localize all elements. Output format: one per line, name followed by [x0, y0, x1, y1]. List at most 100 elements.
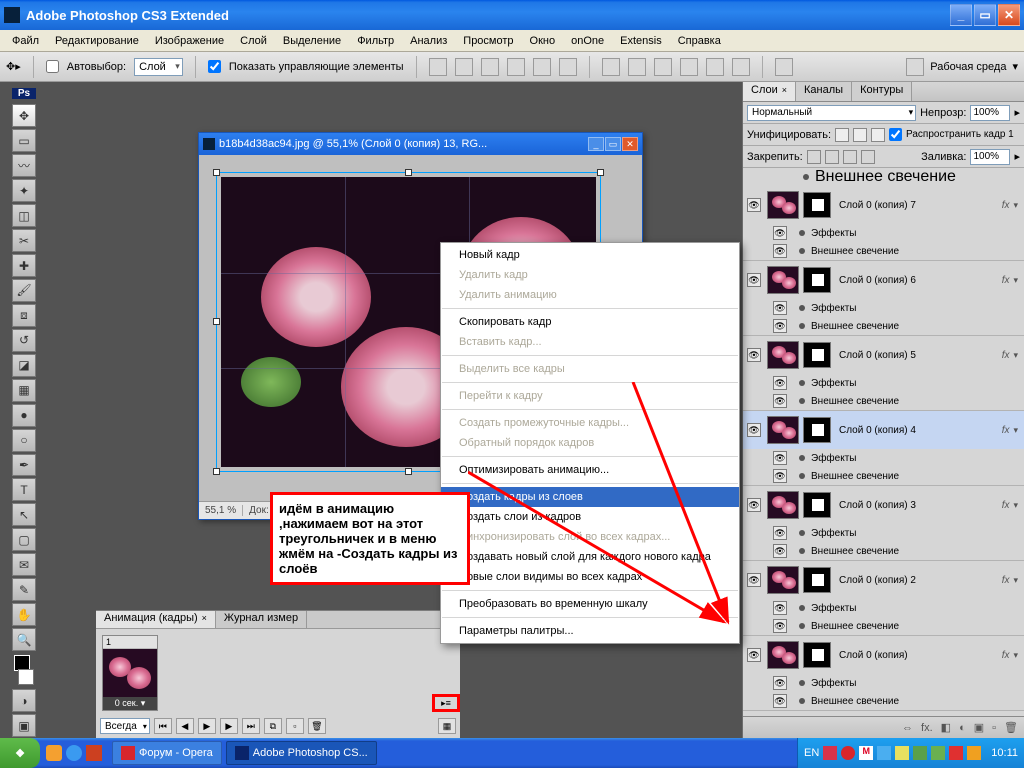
- tray-icon[interactable]: [913, 746, 927, 760]
- blur-tool[interactable]: ●: [12, 404, 36, 427]
- stamp-tool[interactable]: ⧈: [12, 304, 36, 327]
- layer-row[interactable]: 👁Слой 0 (копия) 7fx▾👁Эффекты👁Внешнее све…: [743, 186, 1024, 261]
- tab-paths[interactable]: Контуры: [852, 82, 912, 101]
- animation-flyout-menu[interactable]: Новый кадрУдалить кадрУдалить анимациюСк…: [440, 242, 740, 644]
- unify-style-icon[interactable]: [871, 128, 885, 142]
- blend-mode-combo[interactable]: Нормальный: [747, 105, 916, 121]
- adjustment-layer-icon[interactable]: ◐: [959, 722, 966, 734]
- visibility-toggle-icon[interactable]: 👁: [773, 526, 787, 540]
- chevron-down-icon[interactable]: ▾: [1013, 275, 1018, 286]
- opacity-input[interactable]: 100%: [970, 105, 1010, 121]
- link-layers-icon[interactable]: ⇔: [902, 722, 913, 734]
- system-tray[interactable]: EN M 10:11: [797, 738, 1024, 768]
- visibility-toggle-icon[interactable]: 👁: [773, 394, 787, 408]
- menu-analysis[interactable]: Анализ: [402, 33, 455, 49]
- visibility-toggle-icon[interactable]: 👁: [747, 198, 761, 212]
- distribute-icon[interactable]: [706, 58, 724, 76]
- layer-effect-row[interactable]: 👁Эффекты: [743, 599, 1024, 617]
- layer-name[interactable]: Слой 0 (копия) 6: [839, 275, 1002, 286]
- layer-effect-row[interactable]: 👁Эффекты: [743, 374, 1024, 392]
- new-layer-icon[interactable]: ▫: [992, 722, 996, 734]
- visibility-toggle-icon[interactable]: 👁: [773, 676, 787, 690]
- menu-item[interactable]: Преобразовать во временную шкалу: [441, 594, 739, 614]
- autoselect-target-combo[interactable]: Слой: [134, 58, 183, 76]
- gradient-tool[interactable]: ▦: [12, 379, 36, 402]
- notes-tool[interactable]: ✉: [12, 553, 36, 576]
- layer-mask-thumbnail[interactable]: [803, 417, 831, 443]
- fx-badge[interactable]: fx: [1002, 200, 1010, 211]
- layer-effect-row[interactable]: 👁Внешнее свечение: [743, 242, 1024, 260]
- tray-icon[interactable]: [877, 746, 891, 760]
- layer-row[interactable]: 👁Слой 0 (копия) 5fx▾👁Эффекты👁Внешнее све…: [743, 336, 1024, 411]
- chevron-down-icon[interactable]: ▾: [1013, 425, 1018, 436]
- visibility-toggle-icon[interactable]: 👁: [773, 451, 787, 465]
- menu-layer[interactable]: Слой: [232, 33, 275, 49]
- lasso-tool[interactable]: 〰: [12, 154, 36, 177]
- taskbar-clock[interactable]: 10:11: [991, 747, 1018, 759]
- lock-all-icon[interactable]: [861, 150, 875, 164]
- distribute-icon[interactable]: [732, 58, 750, 76]
- document-zoom[interactable]: 55,1 %: [199, 505, 243, 516]
- chevron-down-icon[interactable]: ▾: [1012, 60, 1018, 73]
- menu-item[interactable]: Параметры палитры...: [441, 621, 739, 641]
- color-swatches[interactable]: [12, 653, 36, 687]
- history-brush-tool[interactable]: ↺: [12, 329, 36, 352]
- layer-row[interactable]: 👁Слой 0 (копия) 6fx▾👁Эффекты👁Внешнее све…: [743, 261, 1024, 336]
- menubar[interactable]: Файл Редактирование Изображение Слой Выд…: [0, 30, 1024, 52]
- layer-effect-row[interactable]: Внешнее свечение: [743, 168, 1024, 186]
- layer-thumbnail[interactable]: [767, 641, 799, 669]
- tween-button[interactable]: ⧉: [264, 718, 282, 734]
- layer-effect-row[interactable]: 👁Внешнее свечение: [743, 467, 1024, 485]
- fx-badge[interactable]: fx: [1002, 425, 1010, 436]
- layer-effect-row[interactable]: 👁Эффекты: [743, 674, 1024, 692]
- layer-name[interactable]: Слой 0 (копия) 3: [839, 500, 1002, 511]
- distribute-icon[interactable]: [680, 58, 698, 76]
- menu-image[interactable]: Изображение: [147, 33, 232, 49]
- menu-file[interactable]: Файл: [4, 33, 47, 49]
- menu-item[interactable]: Новый кадр: [441, 245, 739, 265]
- quicklaunch-ie-icon[interactable]: [66, 745, 82, 761]
- doc-close-button[interactable]: ✕: [622, 137, 638, 151]
- document-titlebar[interactable]: b18b4d38ac94.jpg @ 55,1% (Слой 0 (копия)…: [199, 133, 642, 155]
- layer-effect-row[interactable]: 👁Внешнее свечение: [743, 617, 1024, 635]
- animation-frame-1[interactable]: 1 0 сек. ▾: [102, 635, 158, 711]
- visibility-toggle-icon[interactable]: 👁: [773, 319, 787, 333]
- distribute-icon[interactable]: [628, 58, 646, 76]
- menu-onone[interactable]: onOne: [563, 33, 612, 49]
- wand-tool[interactable]: ✦: [12, 179, 36, 202]
- next-frame-button[interactable]: ▶: [220, 718, 238, 734]
- layer-row[interactable]: 👁Слой 0 (копия) 3fx▾👁Эффекты👁Внешнее све…: [743, 486, 1024, 561]
- layer-name[interactable]: Слой 0 (копия) 4: [839, 425, 1002, 436]
- menu-help[interactable]: Справка: [670, 33, 729, 49]
- layer-effect-row[interactable]: 👁Внешнее свечение: [743, 692, 1024, 710]
- window-minimize-button[interactable]: _: [950, 4, 972, 26]
- language-indicator[interactable]: EN: [804, 747, 819, 759]
- chevron-down-icon[interactable]: ▾: [1013, 350, 1018, 361]
- layer-row[interactable]: 👁Слой 0 (копия) 2fx▾👁Эффекты👁Внешнее све…: [743, 561, 1024, 636]
- visibility-toggle-icon[interactable]: 👁: [747, 423, 761, 437]
- layer-mask-thumbnail[interactable]: [803, 492, 831, 518]
- menu-extensis[interactable]: Extensis: [612, 33, 670, 49]
- visibility-toggle-icon[interactable]: 👁: [773, 226, 787, 240]
- group-icon[interactable]: ▣: [974, 721, 984, 734]
- fx-badge[interactable]: fx: [1002, 500, 1010, 511]
- workspace-label[interactable]: Рабочая среда: [930, 61, 1006, 73]
- layers-list[interactable]: Внешнее свечение 👁Слой 0 (копия) 7fx▾👁Эф…: [743, 168, 1024, 716]
- new-frame-button[interactable]: ▫: [286, 718, 304, 734]
- visibility-toggle-icon[interactable]: 👁: [773, 544, 787, 558]
- menu-item[interactable]: Создавать новый слой для каждого нового …: [441, 547, 739, 567]
- window-maximize-button[interactable]: ▭: [974, 4, 996, 26]
- brush-tool[interactable]: 🖌: [12, 279, 36, 302]
- quicklaunch-icon[interactable]: [86, 745, 102, 761]
- unify-visibility-icon[interactable]: [853, 128, 867, 142]
- menu-edit[interactable]: Редактирование: [47, 33, 147, 49]
- tab-measurement-log[interactable]: Журнал измер: [216, 611, 307, 628]
- lock-position-icon[interactable]: [843, 150, 857, 164]
- visibility-toggle-icon[interactable]: 👁: [773, 694, 787, 708]
- layer-mask-thumbnail[interactable]: [803, 642, 831, 668]
- autoselect-checkbox[interactable]: [46, 60, 59, 73]
- layer-name[interactable]: Слой 0 (копия): [839, 650, 1002, 661]
- layer-thumbnail[interactable]: [767, 416, 799, 444]
- pen-tool[interactable]: ✒: [12, 454, 36, 477]
- tab-channels[interactable]: Каналы: [796, 82, 852, 101]
